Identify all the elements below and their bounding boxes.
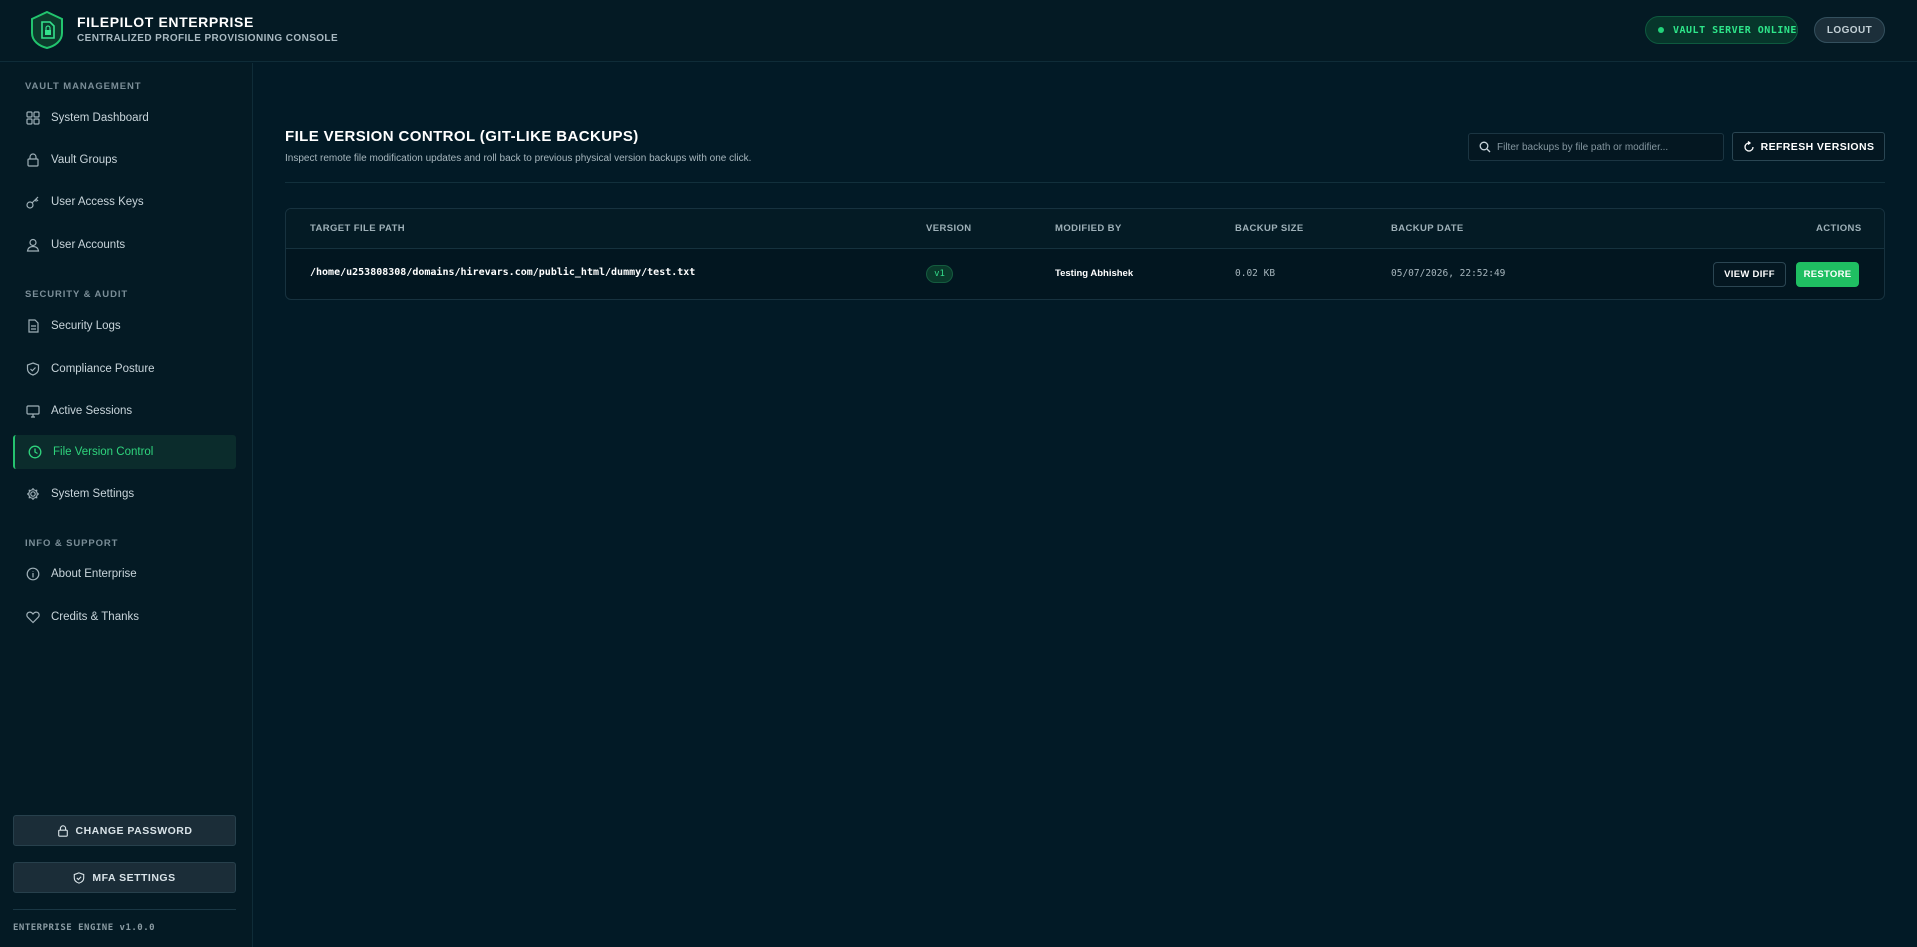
sidebar-item-system-dashboard[interactable]: System Dashboard — [13, 101, 236, 135]
mfa-settings-label: MFA SETTINGS — [92, 871, 176, 884]
search-box[interactable] — [1468, 133, 1724, 161]
sidebar-item-label: System Settings — [51, 488, 135, 500]
users-icon — [26, 238, 40, 252]
refresh-icon — [1743, 140, 1754, 152]
sidebar-item-vault-groups[interactable]: Vault Groups — [13, 143, 236, 177]
column-header-modified-by: MODIFIED BY — [1055, 223, 1122, 234]
search-icon — [1479, 141, 1491, 153]
sidebar-item-label: User Access Keys — [51, 196, 144, 208]
main-divider — [285, 182, 1885, 183]
server-status-badge: VAULT SERVER ONLINE — [1645, 16, 1798, 44]
section-label-info-support: INFO & SUPPORT — [25, 538, 119, 549]
column-header-backup-size: BACKUP SIZE — [1235, 223, 1304, 234]
change-password-button[interactable]: CHANGE PASSWORD — [13, 815, 236, 846]
backups-table: TARGET FILE PATH VERSION MODIFIED BY BAC… — [285, 208, 1885, 300]
column-header-path: TARGET FILE PATH — [310, 223, 406, 234]
page-description: Inspect remote file modification updates… — [285, 153, 752, 164]
table-row: /home/u253808308/domains/hirevars.com/pu… — [286, 250, 1884, 299]
app-subtitle: CENTRALIZED PROFILE PROVISIONING CONSOLE — [77, 33, 339, 44]
mfa-settings-button[interactable]: MFA SETTINGS — [13, 862, 236, 893]
monitor-icon — [26, 405, 40, 418]
view-diff-button[interactable]: VIEW DIFF — [1713, 262, 1786, 287]
sidebar-item-label: User Accounts — [51, 239, 126, 251]
heart-icon — [26, 611, 40, 624]
table-header: TARGET FILE PATH VERSION MODIFIED BY BAC… — [286, 209, 1884, 249]
sidebar-item-label: Vault Groups — [51, 154, 118, 166]
status-dot-icon — [1658, 27, 1664, 33]
refresh-versions-label: REFRESH VERSIONS — [1760, 140, 1875, 153]
section-label-vault-management: VAULT MANAGEMENT — [25, 81, 142, 92]
engine-version: ENTERPRISE ENGINE v1.0.0 — [13, 923, 156, 933]
document-icon — [28, 319, 39, 333]
refresh-versions-button[interactable]: REFRESH VERSIONS — [1732, 132, 1885, 161]
change-password-label: CHANGE PASSWORD — [75, 824, 193, 837]
sidebar-item-user-access-keys[interactable]: User Access Keys — [13, 185, 236, 219]
sidebar-item-system-settings[interactable]: System Settings — [13, 477, 236, 511]
sidebar-item-file-version-control[interactable]: File Version Control — [13, 435, 236, 469]
shield-check-icon — [74, 871, 85, 884]
sidebar-item-credits-thanks[interactable]: Credits & Thanks — [13, 600, 236, 634]
sidebar-divider — [13, 909, 236, 910]
app-title: FILEPILOT ENTERPRISE — [77, 14, 254, 30]
shield-check-icon — [26, 362, 40, 376]
sidebar-item-label: Compliance Posture — [51, 363, 155, 375]
column-header-actions: ACTIONS — [1816, 223, 1862, 234]
file-path-cell: /home/u253808308/domains/hirevars.com/pu… — [310, 267, 696, 278]
clock-icon — [28, 445, 42, 459]
shield-file-icon — [31, 11, 63, 49]
top-header: FILEPILOT ENTERPRISE CENTRALIZED PROFILE… — [0, 0, 1917, 62]
section-label-security-audit: SECURITY & AUDIT — [25, 289, 129, 300]
sidebar-item-security-logs[interactable]: Security Logs — [13, 309, 236, 343]
sidebar-item-label: System Dashboard — [51, 112, 149, 124]
modified-by-cell: Testing Abhishek — [1055, 268, 1134, 279]
restore-button[interactable]: RESTORE — [1796, 262, 1859, 287]
sidebar-item-about-enterprise[interactable]: About Enterprise — [13, 557, 236, 591]
backup-date-cell: 05/07/2026, 22:52:49 — [1391, 268, 1506, 279]
grid-icon — [26, 111, 40, 125]
sidebar-item-active-sessions[interactable]: Active Sessions — [13, 394, 236, 428]
sidebar-item-label: About Enterprise — [51, 568, 137, 580]
logout-button[interactable]: LOGOUT — [1814, 17, 1885, 43]
sidebar-item-label: Security Logs — [51, 320, 121, 332]
gear-icon — [27, 488, 39, 500]
sidebar-item-user-accounts[interactable]: User Accounts — [13, 228, 236, 262]
info-icon — [26, 567, 40, 581]
sidebar-item-label: Credits & Thanks — [51, 611, 139, 623]
sidebar-item-label: File Version Control — [53, 446, 154, 458]
version-badge: v1 — [926, 265, 953, 283]
lock-icon — [57, 824, 68, 837]
sidebar-item-label: Active Sessions — [51, 405, 133, 417]
column-header-version: VERSION — [926, 223, 972, 234]
sidebar: VAULT MANAGEMENT System Dashboard Vault … — [0, 63, 253, 947]
backup-size-cell: 0.02 KB — [1235, 268, 1276, 279]
lock-icon — [27, 153, 39, 167]
server-status-text: VAULT SERVER ONLINE — [1673, 24, 1797, 36]
key-icon — [26, 196, 39, 209]
sidebar-item-compliance-posture[interactable]: Compliance Posture — [13, 352, 236, 386]
column-header-backup-date: BACKUP DATE — [1391, 223, 1464, 234]
page-title: FILE VERSION CONTROL (GIT-LIKE BACKUPS) — [285, 128, 639, 145]
search-input[interactable] — [1497, 141, 1717, 153]
